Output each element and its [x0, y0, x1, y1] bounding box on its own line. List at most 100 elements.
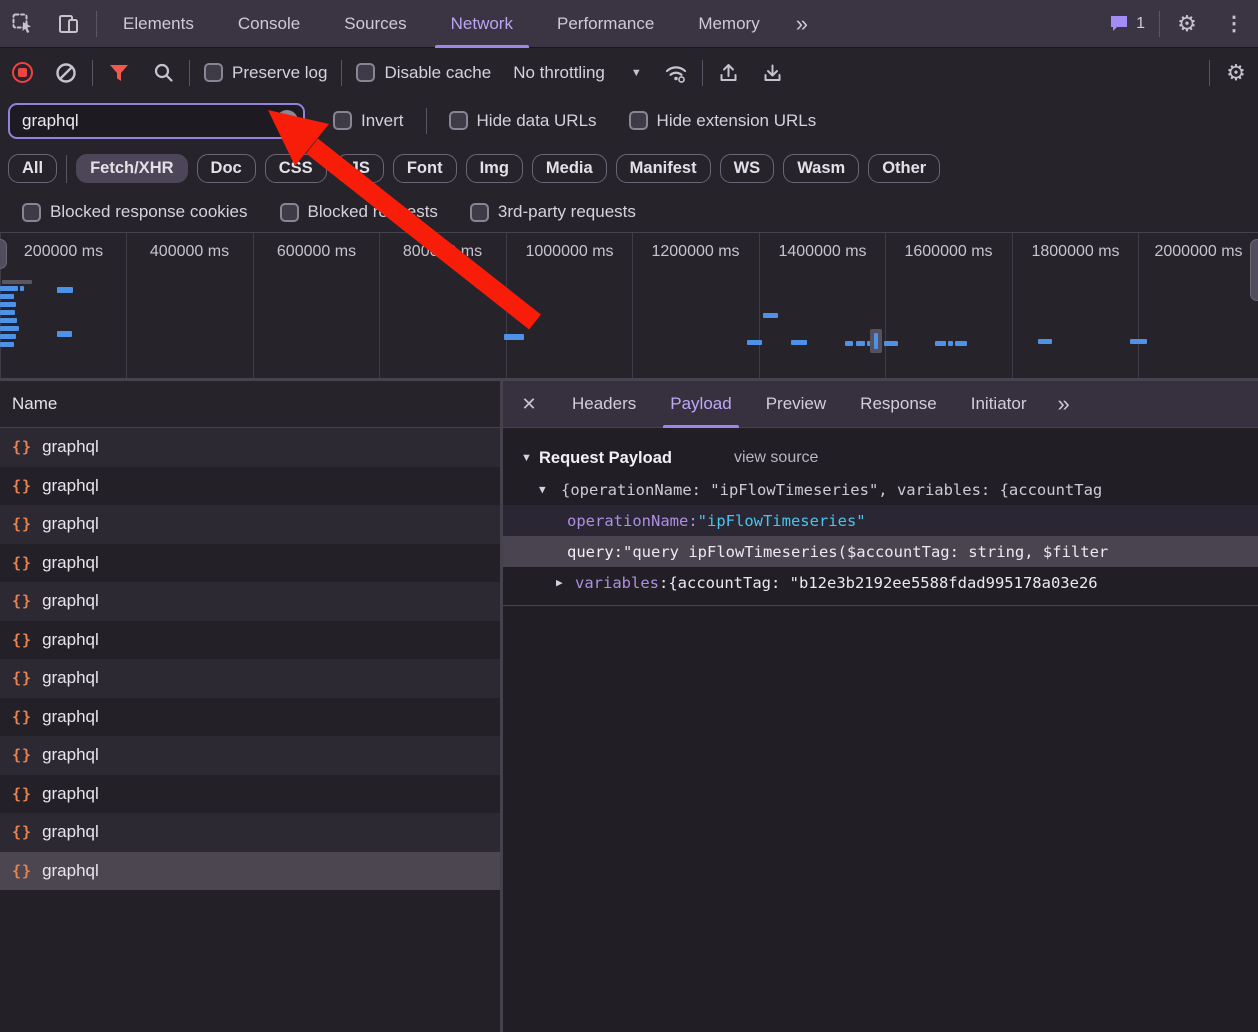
- name-column-header[interactable]: Name: [0, 380, 500, 428]
- request-payload-section[interactable]: ▼ Request Payload view source: [503, 442, 1258, 474]
- inspect-element-icon[interactable]: [0, 0, 46, 48]
- tab-elements[interactable]: Elements: [101, 0, 216, 48]
- request-row[interactable]: {}graphql: [0, 582, 500, 621]
- request-row[interactable]: {}graphql: [0, 698, 500, 737]
- funnel-icon: [109, 64, 129, 82]
- request-type-filters: All Fetch/XHR Doc CSS JS Font Img Media …: [0, 145, 1258, 192]
- network-settings-gear-icon[interactable]: ⚙: [1214, 51, 1258, 95]
- payload-divider: [503, 605, 1258, 606]
- disable-cache-checkbox[interactable]: Disable cache: [346, 63, 501, 83]
- waterfall-bar: [57, 331, 72, 337]
- menu-dots-icon[interactable]: ⋮: [1210, 11, 1258, 36]
- timeline-left-handle[interactable]: [0, 239, 7, 269]
- filter-row: ✕ Invert Hide data URLs Hide extension U…: [0, 96, 1258, 145]
- payload-query-row-selected[interactable]: query: "query ipFlowTimeseries($accountT…: [503, 536, 1258, 567]
- request-row[interactable]: {}graphql: [0, 659, 500, 698]
- search-button[interactable]: [141, 51, 185, 95]
- pill-media[interactable]: Media: [532, 154, 607, 183]
- tab-initiator[interactable]: Initiator: [954, 381, 1044, 428]
- upload-icon: [718, 62, 739, 83]
- filter-toggle-button[interactable]: [97, 51, 141, 95]
- collapse-caret-icon[interactable]: ▼: [539, 483, 561, 496]
- json-key: operationName:: [567, 512, 698, 530]
- request-row[interactable]: {}graphql: [0, 467, 500, 506]
- pill-other[interactable]: Other: [868, 154, 940, 183]
- request-row[interactable]: {}graphql: [0, 736, 500, 775]
- request-row-selected[interactable]: {}graphql: [0, 852, 500, 891]
- section-title: Request Payload: [539, 449, 672, 468]
- issues-counter[interactable]: 1: [1099, 14, 1155, 33]
- clear-network-log-button[interactable]: [44, 51, 88, 95]
- request-row[interactable]: {}graphql: [0, 428, 500, 467]
- tab-performance[interactable]: Performance: [535, 0, 676, 48]
- pill-doc[interactable]: Doc: [197, 154, 256, 183]
- network-overview-timeline[interactable]: 200000 ms 400000 ms 600000 ms 800000 ms …: [0, 232, 1258, 380]
- tab-payload[interactable]: Payload: [653, 381, 748, 428]
- search-icon: [153, 62, 174, 83]
- more-detail-tabs-icon[interactable]: »: [1043, 391, 1081, 417]
- wifi-gear-icon: [664, 62, 688, 84]
- close-details-icon[interactable]: ✕: [503, 394, 555, 415]
- blocked-response-cookies-checkbox[interactable]: Blocked response cookies: [12, 202, 258, 222]
- waterfall-bar: [0, 294, 14, 299]
- import-har-button[interactable]: [707, 51, 751, 95]
- checkbox-box: [629, 111, 648, 130]
- hide-data-urls-checkbox[interactable]: Hide data URLs: [439, 111, 607, 131]
- pill-wasm[interactable]: Wasm: [783, 154, 859, 183]
- waterfall-bar: [948, 341, 953, 346]
- tab-sources[interactable]: Sources: [322, 0, 428, 48]
- tab-response[interactable]: Response: [843, 381, 954, 428]
- pill-ws[interactable]: WS: [720, 154, 775, 183]
- pill-img[interactable]: Img: [466, 154, 523, 183]
- timeline-right-handle[interactable]: [1250, 239, 1258, 301]
- toolbar-divider: [702, 60, 703, 86]
- waterfall-bar: [935, 341, 946, 346]
- checkbox-box: [204, 63, 223, 82]
- waterfall-bar: [504, 334, 524, 340]
- request-row[interactable]: {}graphql: [0, 505, 500, 544]
- tab-headers[interactable]: Headers: [555, 381, 653, 428]
- blocked-requests-checkbox[interactable]: Blocked requests: [270, 202, 448, 222]
- third-party-requests-checkbox[interactable]: 3rd-party requests: [460, 202, 646, 222]
- collapse-caret-icon[interactable]: ▼: [521, 452, 539, 464]
- request-row[interactable]: {}graphql: [0, 544, 500, 583]
- payload-operation-row[interactable]: operationName: "ipFlowTimeseries": [503, 505, 1258, 536]
- pill-js[interactable]: JS: [336, 154, 384, 183]
- waterfall-bar: [0, 326, 19, 331]
- request-row[interactable]: {}graphql: [0, 813, 500, 852]
- request-row[interactable]: {}graphql: [0, 775, 500, 814]
- waterfall-bar: [747, 340, 762, 345]
- expand-caret-icon[interactable]: ▶: [556, 576, 575, 589]
- filter-input[interactable]: [8, 103, 305, 139]
- invert-checkbox[interactable]: Invert: [323, 111, 414, 131]
- tab-console[interactable]: Console: [216, 0, 322, 48]
- settings-gear-icon[interactable]: ⚙: [1164, 0, 1210, 48]
- throttling-select[interactable]: No throttling ▼: [501, 63, 654, 83]
- device-toolbar-icon[interactable]: [46, 0, 92, 48]
- preserve-log-checkbox[interactable]: Preserve log: [194, 63, 337, 83]
- more-tabs-icon[interactable]: »: [782, 11, 820, 37]
- pill-fetch-xhr[interactable]: Fetch/XHR: [76, 154, 187, 183]
- request-row[interactable]: {}graphql: [0, 621, 500, 660]
- json-object-preview: {accountTag: "b12e3b2192ee5588fdad995178…: [668, 574, 1097, 592]
- record-network-log-button[interactable]: [0, 51, 44, 95]
- payload-root-node[interactable]: ▼ {operationName: "ipFlowTimeseries", va…: [503, 474, 1258, 505]
- clear-filter-icon[interactable]: ✕: [276, 110, 298, 132]
- pill-font[interactable]: Font: [393, 154, 457, 183]
- pill-css[interactable]: CSS: [265, 154, 327, 183]
- waterfall-bar: [57, 287, 73, 293]
- waterfall-bar: [0, 286, 18, 291]
- view-source-link[interactable]: view source: [734, 449, 818, 467]
- hide-extension-urls-checkbox[interactable]: Hide extension URLs: [619, 111, 827, 131]
- payload-variables-row[interactable]: ▶ variables: {accountTag: "b12e3b2192ee5…: [503, 567, 1258, 598]
- export-har-button[interactable]: [751, 51, 795, 95]
- timeline-tick: 1000000 ms: [506, 233, 632, 380]
- pill-all[interactable]: All: [8, 154, 57, 183]
- network-conditions-button[interactable]: [654, 51, 698, 95]
- message-bubble-icon: [1109, 14, 1129, 33]
- pill-manifest[interactable]: Manifest: [616, 154, 711, 183]
- tab-memory[interactable]: Memory: [676, 0, 781, 48]
- checkbox-box: [356, 63, 375, 82]
- tab-preview[interactable]: Preview: [749, 381, 843, 428]
- tab-network[interactable]: Network: [429, 0, 535, 48]
